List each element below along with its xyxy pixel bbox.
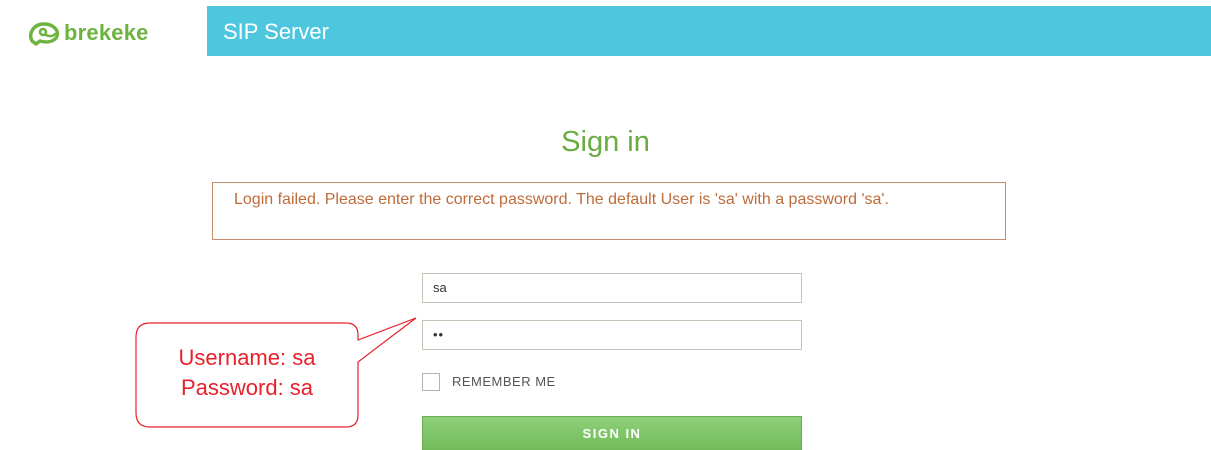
app-title: SIP Server — [223, 19, 329, 44]
login-page: brekeke SIP Server Sign in Login failed.… — [0, 0, 1211, 450]
callout-username-line: Username: sa — [178, 345, 316, 370]
error-message: Login failed. Please enter the correct p… — [212, 182, 1006, 240]
username-field[interactable]: sa — [422, 273, 802, 303]
remember-me-checkbox[interactable] — [422, 373, 440, 391]
sign-in-button[interactable]: SIGN IN — [422, 416, 802, 450]
callout-password-line: Password: sa — [180, 375, 314, 400]
callout-text: Username: sa Password: sa — [136, 343, 358, 403]
frog-icon — [29, 22, 60, 46]
header: brekeke SIP Server — [0, 0, 1211, 60]
remember-me-label[interactable]: REMEMBER ME — [452, 374, 556, 389]
brand-logo[interactable]: brekeke — [0, 6, 207, 56]
logo-text: brekeke — [64, 20, 149, 45]
password-field[interactable]: •• — [422, 320, 802, 350]
page-title: Sign in — [561, 126, 650, 158]
title-bar: SIP Server — [207, 6, 1211, 56]
